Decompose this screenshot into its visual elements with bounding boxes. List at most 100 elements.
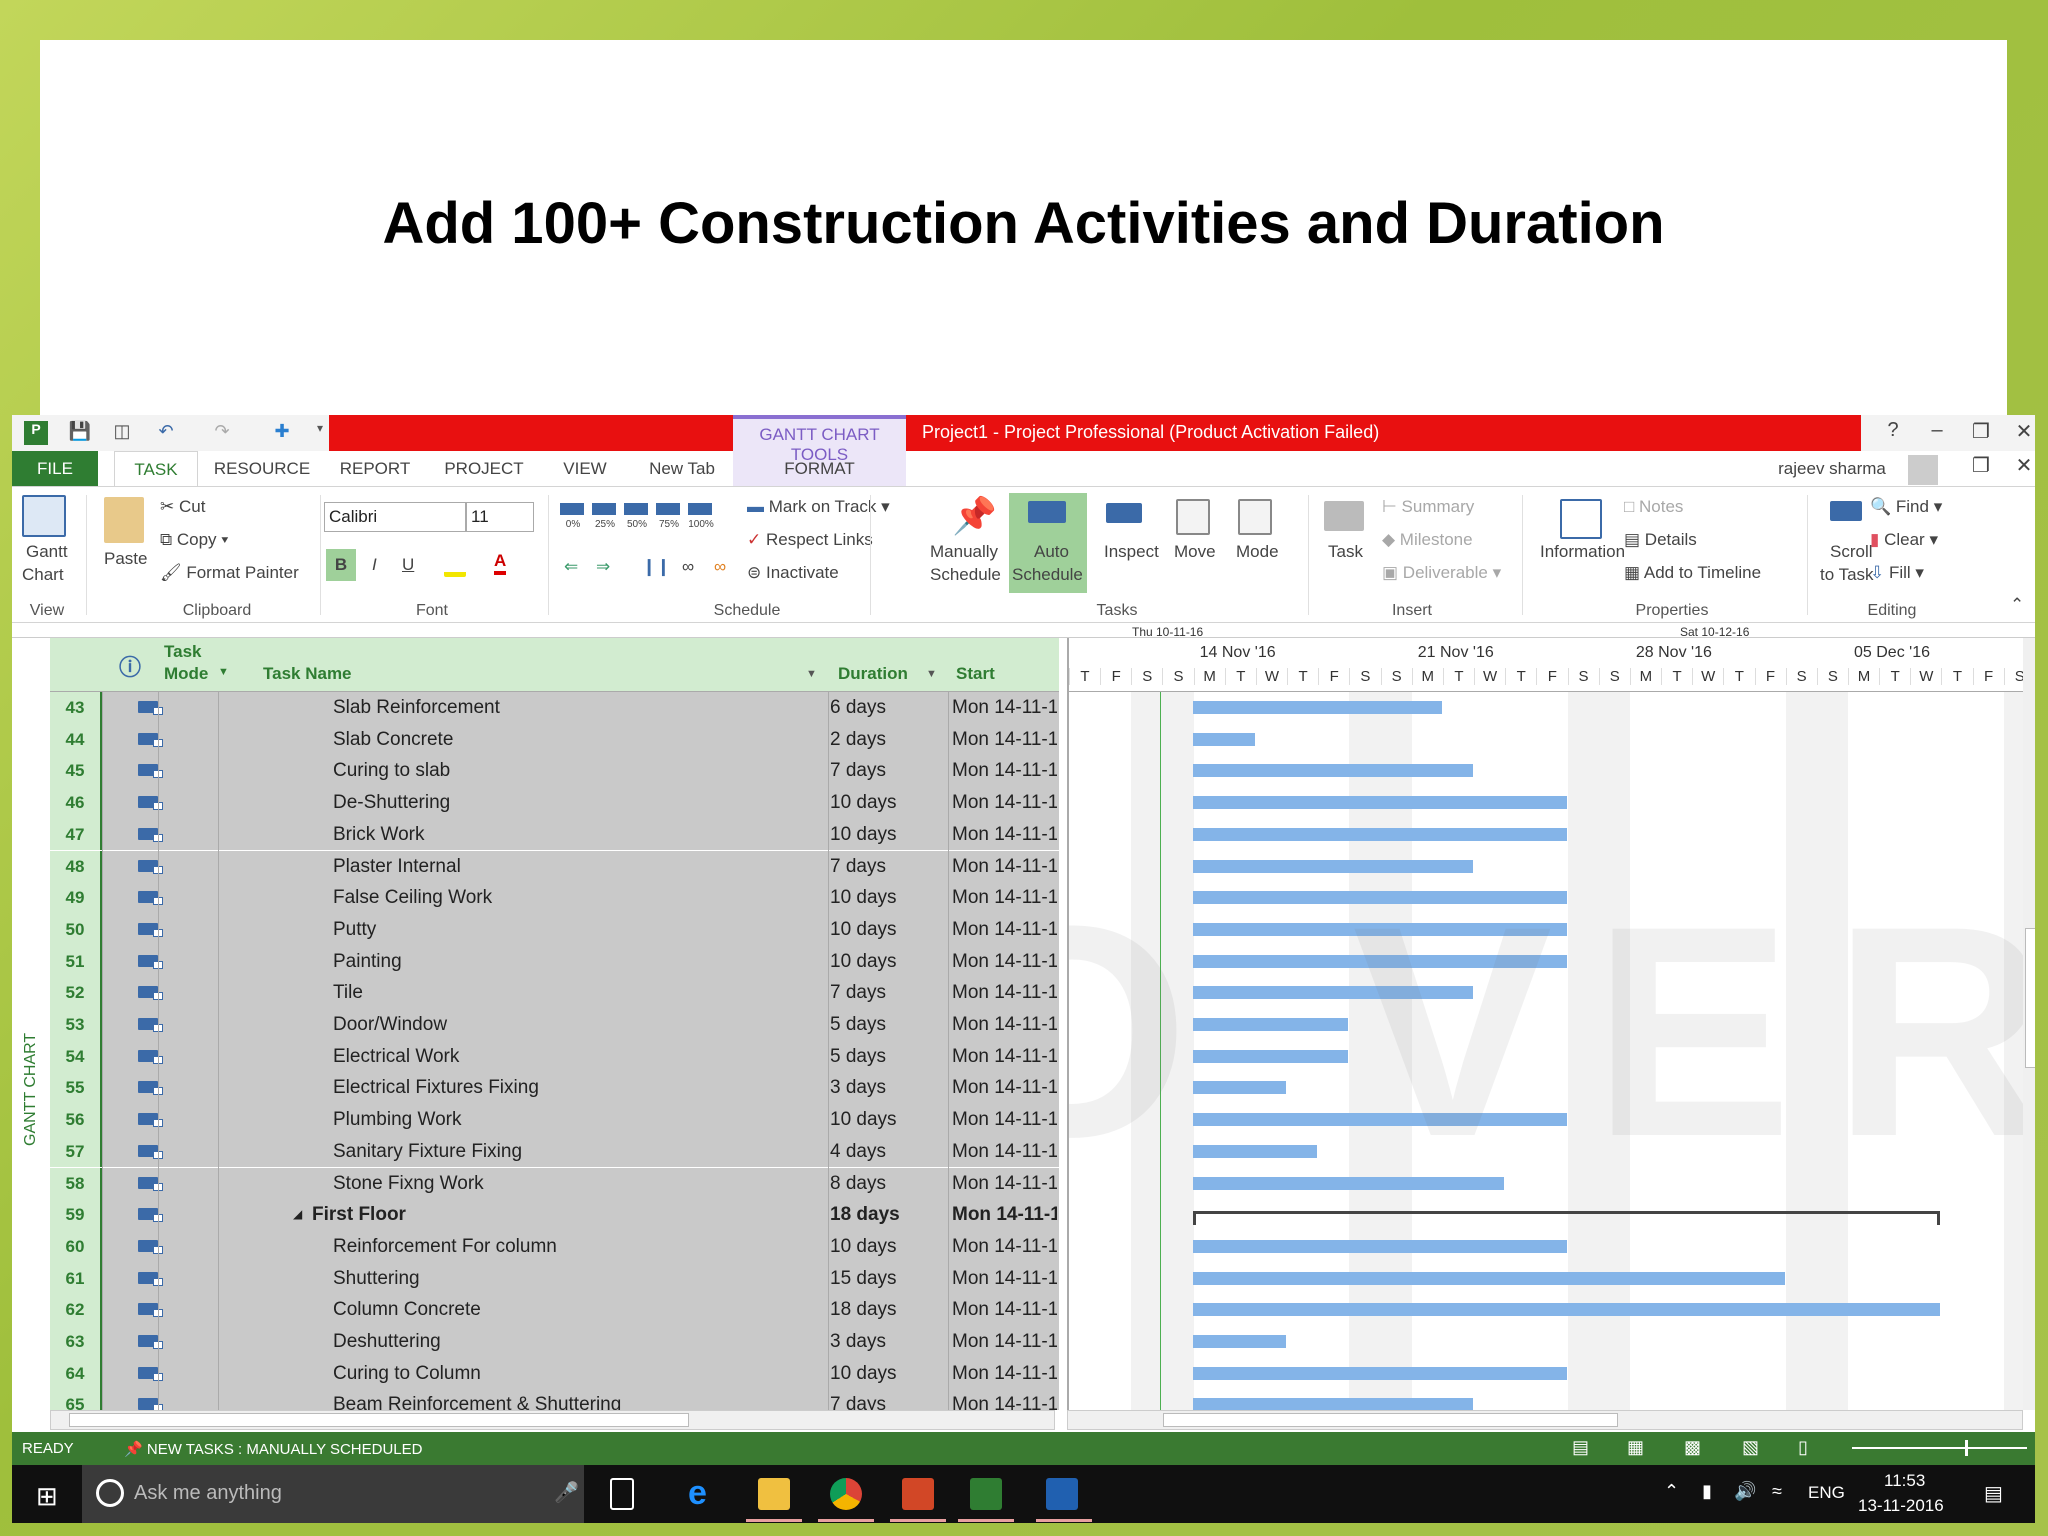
details-button[interactable]: ▤ Details — [1624, 530, 1697, 550]
duration-cell[interactable]: 10 days — [830, 1104, 940, 1136]
task-name-cell[interactable]: Curing to Column — [333, 1358, 843, 1390]
start-cell[interactable]: Mon 14-11-16 — [952, 977, 1057, 1009]
table-row[interactable]: 58 Stone Fixng Work8 days Mon 14-11-16 — [50, 1167, 1059, 1200]
row-id[interactable]: 60 — [50, 1230, 102, 1263]
table-row[interactable]: 47 Brick Work10 days Mon 14-11-16 — [50, 818, 1059, 851]
information-icon[interactable] — [1560, 499, 1602, 539]
to-task-label[interactable]: to Task — [1820, 565, 1874, 585]
font-family-select[interactable]: Calibri — [324, 502, 466, 532]
percent-complete-1-button[interactable]: 25% — [590, 501, 618, 541]
row-id[interactable]: 63 — [50, 1326, 102, 1358]
gantt-chart-label-2[interactable]: Chart — [22, 565, 64, 585]
row-id[interactable]: 48 — [50, 850, 102, 883]
team-planner-icon[interactable]: ▩ — [1684, 1437, 1701, 1458]
doc-close-button[interactable]: ✕ — [2009, 453, 2035, 478]
row-id[interactable]: 65 — [50, 1389, 102, 1410]
task-name-cell[interactable]: Tile — [333, 977, 843, 1009]
table-row[interactable]: 50 Putty10 days Mon 14-11-16 — [50, 913, 1059, 946]
duration-cell[interactable]: 4 days — [830, 1136, 940, 1168]
row-id[interactable]: 62 — [50, 1294, 102, 1326]
information-button[interactable]: Information — [1540, 542, 1625, 562]
row-id[interactable]: 64 — [50, 1357, 102, 1390]
gantt-scroll-thumb[interactable] — [1163, 1413, 1618, 1427]
duration-cell[interactable]: 5 days — [830, 1041, 940, 1073]
network-icon[interactable]: ≈ — [1772, 1481, 1782, 1502]
table-scroll-thumb[interactable] — [69, 1413, 689, 1427]
start-cell[interactable]: Mon 14-11-16 — [952, 819, 1057, 851]
paste-icon[interactable] — [104, 497, 144, 543]
task-name-cell[interactable]: Sanitary Fixture Fixing — [333, 1136, 843, 1168]
clock-date[interactable]: 13-11-2016 — [1858, 1496, 1944, 1516]
user-avatar[interactable] — [1908, 455, 1938, 485]
pushpin-icon[interactable]: 📌 — [952, 495, 997, 537]
row-id[interactable]: 49 — [50, 882, 102, 914]
battery-icon[interactable]: ▮ — [1702, 1481, 1712, 1502]
table-row[interactable]: 49 False Ceiling Work10 days Mon 14-11-16 — [50, 882, 1059, 915]
start-cell[interactable]: Mon 14-11-16 — [952, 1231, 1057, 1263]
inactivate-button[interactable]: ⊜ Inactivate — [747, 563, 839, 583]
gantt-view-icon[interactable]: ▤ — [1572, 1437, 1589, 1458]
powerpoint-icon[interactable] — [902, 1478, 934, 1510]
duration-cell[interactable]: 6 days — [830, 692, 940, 724]
row-id[interactable]: 51 — [50, 945, 102, 978]
table-row[interactable]: 59 First Floor◢ 18 days Mon 14-11-16 — [50, 1199, 1059, 1232]
task-name-cell[interactable]: De-Shuttering — [333, 787, 843, 819]
task-name-filter-icon[interactable]: ▼ — [806, 668, 817, 680]
row-id[interactable]: 53 — [50, 1009, 102, 1041]
summary-button[interactable]: ⊢ Summary — [1382, 497, 1474, 517]
edge-icon[interactable]: e — [688, 1476, 720, 1510]
table-row[interactable]: 56 Plumbing Work10 days Mon 14-11-16 — [50, 1104, 1059, 1137]
help-button[interactable]: ? — [1878, 419, 1908, 442]
summary-bar[interactable] — [1192, 1211, 1941, 1226]
row-id[interactable]: 54 — [50, 1040, 102, 1073]
duration-cell[interactable]: 15 days — [830, 1263, 940, 1295]
font-size-select[interactable]: 11 — [466, 502, 534, 532]
row-id[interactable]: 52 — [50, 977, 102, 1009]
start-icon[interactable]: ⊞ — [36, 1481, 58, 1512]
duration-filter-icon[interactable]: ▼ — [926, 668, 937, 680]
action-center-icon[interactable]: ▤ — [1984, 1481, 2003, 1506]
duration-cell[interactable]: 10 days — [830, 914, 940, 946]
mode-icon[interactable] — [1238, 499, 1272, 535]
start-cell[interactable]: Mon 14-11-16 — [952, 692, 1057, 724]
table-row[interactable]: 46 De-Shuttering10 days Mon 14-11-16 — [50, 787, 1059, 820]
row-id[interactable]: 58 — [50, 1167, 102, 1200]
chrome-icon[interactable] — [830, 1478, 862, 1510]
milestone-button[interactable]: ◆ Milestone — [1382, 530, 1473, 550]
task-bar[interactable] — [1192, 827, 1567, 841]
task-bar[interactable] — [1192, 732, 1255, 746]
table-row[interactable]: 53 Door/Window5 days Mon 14-11-16 — [50, 1009, 1059, 1041]
zoom-slider[interactable] — [1852, 1440, 2035, 1456]
tab-format[interactable]: FORMAT — [733, 451, 906, 486]
manually-schedule-label-1[interactable]: Manually — [930, 542, 998, 562]
task-name-cell[interactable]: Electrical Work — [333, 1041, 843, 1073]
start-cell[interactable]: Mon 14-11-16 — [952, 851, 1057, 883]
start-cell[interactable]: Mon 14-11-16 — [952, 1199, 1057, 1231]
table-row[interactable]: 61 Shuttering15 days Mon 14-11-16 — [50, 1262, 1059, 1295]
project-taskbar-icon[interactable] — [970, 1478, 1002, 1510]
duration-cell[interactable]: 5 days — [830, 1009, 940, 1041]
copy-button[interactable]: ⧉ Copy ▾ — [160, 530, 228, 550]
minimize-button[interactable]: – — [1922, 419, 1952, 442]
move-button[interactable]: Move — [1174, 542, 1216, 562]
scroll-label[interactable]: Scroll — [1830, 542, 1873, 562]
row-id[interactable]: 43 — [50, 692, 102, 724]
duration-cell[interactable]: 7 days — [830, 1389, 940, 1410]
task-name-cell[interactable]: Painting — [333, 946, 843, 978]
duration-cell[interactable]: 10 days — [830, 1358, 940, 1390]
table-row[interactable]: 48 Plaster Internal7 days Mon 14-11-16 — [50, 850, 1059, 883]
start-cell[interactable]: Mon 14-11-16 — [952, 1041, 1057, 1073]
task-name-cell[interactable]: Deshuttering — [333, 1326, 843, 1358]
row-id[interactable]: 50 — [50, 913, 102, 946]
start-cell[interactable]: Mon 14-11-16 — [952, 1326, 1057, 1358]
find-button[interactable]: 🔍 Find ▾ — [1870, 497, 1942, 517]
mode-button[interactable]: Mode — [1236, 542, 1279, 562]
inspect-button[interactable]: Inspect — [1104, 542, 1159, 562]
task-name-cell[interactable]: False Ceiling Work — [333, 882, 843, 914]
underline-button[interactable]: U — [402, 555, 414, 575]
restore-button[interactable]: ❐ — [1966, 419, 1996, 444]
cut-button[interactable]: ✂ Cut — [160, 497, 205, 517]
tab-new-tab[interactable]: New Tab — [632, 451, 732, 486]
redo-icon[interactable]: ↷ — [210, 421, 234, 445]
highlight-color-icon[interactable] — [444, 555, 466, 577]
